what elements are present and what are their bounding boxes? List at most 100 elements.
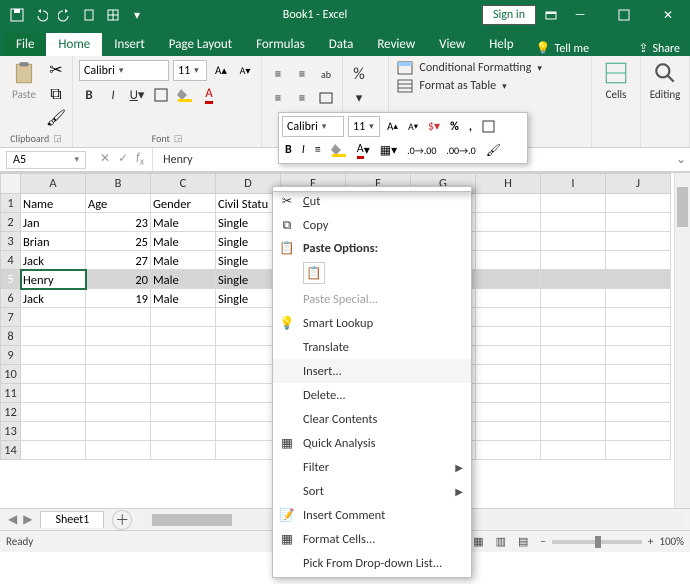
cell[interactable] [86,441,151,460]
cell[interactable]: Single [216,270,281,289]
cell[interactable] [476,289,541,308]
cells-button[interactable]: Cells [598,60,634,101]
cell[interactable] [216,403,281,422]
cell[interactable]: 19 [86,289,151,308]
decrease-font-icon[interactable]: A▾ [235,61,255,81]
align-middle-icon[interactable]: ≡ [292,64,312,84]
mini-font-family[interactable]: Calibri▾ [282,116,344,137]
cell[interactable]: Brian [21,232,86,251]
cell[interactable] [606,270,671,289]
accounting-format-icon[interactable]: $▾ [425,117,443,137]
vertical-scrollbar[interactable] [674,173,690,508]
cell[interactable]: 20 [86,270,151,289]
align-center-icon[interactable]: ≡ [292,88,312,108]
cell[interactable] [541,232,606,251]
cell[interactable] [216,384,281,403]
cell[interactable] [151,327,216,346]
italic-button[interactable]: I [299,140,308,160]
cell[interactable] [541,346,606,365]
conditional-formatting-button[interactable]: Conditional Formatting▾ [395,60,585,76]
row-header[interactable]: 7 [1,308,21,327]
cell[interactable]: Male [151,251,216,270]
cell[interactable] [476,327,541,346]
close-button[interactable]: ✕ [646,0,690,30]
cell[interactable]: Henry [21,270,86,289]
grid-icon[interactable] [102,4,124,26]
tab-file[interactable]: File [4,33,46,56]
view-page-layout-icon[interactable]: ▥ [496,535,506,548]
cell[interactable]: Single [216,289,281,308]
cell[interactable] [541,327,606,346]
maximize-button[interactable] [602,0,646,30]
number-format-icon[interactable]: ▾ [349,88,369,108]
paste-button[interactable]: Paste [6,60,42,101]
row-header[interactable]: 11 [1,384,21,403]
cell[interactable] [151,308,216,327]
tell-me[interactable]: 💡Tell me [526,41,599,56]
cell[interactable] [216,308,281,327]
cell[interactable]: Single [216,232,281,251]
scroll-thumb[interactable] [677,187,688,227]
cell[interactable]: Civil Statu [216,194,281,213]
chevron-down-icon[interactable]: ▾ [74,154,79,165]
select-all-corner[interactable] [1,174,21,194]
cell[interactable] [151,441,216,460]
cell[interactable] [216,346,281,365]
menu-insert-comment[interactable]: 📝Insert Comment [273,503,471,527]
save-icon[interactable] [6,4,28,26]
tab-insert[interactable]: Insert [102,33,157,56]
underline-button[interactable]: U▾ [127,85,147,105]
cell[interactable] [21,365,86,384]
font-color-button[interactable]: A [199,85,219,105]
zoom-slider[interactable] [552,540,642,544]
cell[interactable] [606,251,671,270]
enter-icon[interactable]: ✓ [118,151,128,167]
tab-review[interactable]: Review [365,33,427,56]
borders-button[interactable] [151,85,171,105]
fill-color-button[interactable] [175,85,195,105]
minimize-button[interactable]: — [558,0,602,30]
cell[interactable] [151,403,216,422]
row-header[interactable]: 9 [1,346,21,365]
row-header[interactable]: 13 [1,422,21,441]
zoom-level[interactable]: 100% [659,535,684,548]
align-left-icon[interactable]: ≡ [268,88,288,108]
font-family-combo[interactable]: Calibri▾ [79,60,169,81]
cell[interactable] [476,251,541,270]
signin-button[interactable]: Sign in [482,5,536,25]
ribbon-display-icon[interactable] [544,8,558,22]
next-sheet-icon[interactable]: ▶ [23,512,32,527]
cell[interactable] [476,194,541,213]
row-header[interactable]: 6 [1,289,21,308]
column-header[interactable]: I [541,174,606,194]
zoom-in-icon[interactable]: + [648,535,653,548]
column-header[interactable]: H [476,174,541,194]
column-header[interactable]: D [216,174,281,194]
clipboard-dialog-icon[interactable]: ◲ [53,133,62,144]
row-header[interactable]: 12 [1,403,21,422]
chevron-down-icon[interactable]: ▾ [194,65,199,76]
cell[interactable] [21,384,86,403]
cell[interactable] [541,365,606,384]
cell[interactable] [21,441,86,460]
cell[interactable] [541,384,606,403]
cell[interactable]: Male [151,213,216,232]
menu-translate[interactable]: Translate [273,335,471,359]
cell[interactable] [476,232,541,251]
tab-page-layout[interactable]: Page Layout [157,33,244,56]
column-header[interactable]: B [86,174,151,194]
cell[interactable] [476,308,541,327]
cell[interactable] [476,365,541,384]
increase-font-icon[interactable]: A▴ [211,61,231,81]
borders-dropdown-icon[interactable]: ▦▾ [377,140,400,160]
cell[interactable]: Single [216,213,281,232]
cell[interactable] [606,308,671,327]
cell[interactable]: Male [151,289,216,308]
cell[interactable] [541,289,606,308]
cell[interactable]: 27 [86,251,151,270]
menu-copy[interactable]: ⧉Copy [273,213,471,237]
tab-help[interactable]: Help [477,33,525,56]
cell[interactable] [606,194,671,213]
cell[interactable]: 23 [86,213,151,232]
format-as-table-button[interactable]: Format as Table▾ [395,78,585,94]
